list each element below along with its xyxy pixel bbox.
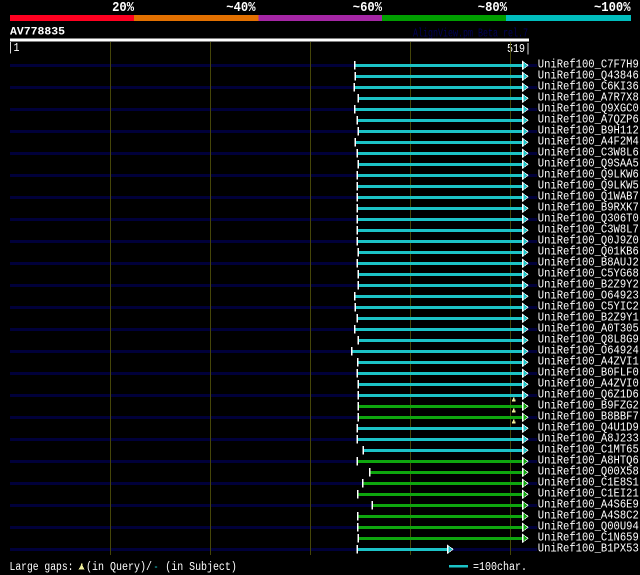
svg-text:UniRef100_B1PX53: UniRef100_B1PX53 [538, 542, 639, 555]
svg-text:Large gaps:: Large gaps: [10, 561, 74, 574]
svg-text:AV778835: AV778835 [10, 27, 65, 39]
svg-text:=100char.: =100char. [473, 561, 527, 574]
svg-text:-: - [154, 561, 159, 574]
svg-text:(in Query)/: (in Query)/ [86, 561, 152, 574]
svg-text:~100%: ~100% [594, 0, 631, 16]
svg-text:~80%: ~80% [478, 0, 508, 16]
svg-text:~40%: ~40% [226, 0, 256, 16]
svg-text:AlignView.pm Beta rel.7: AlignView.pm Beta rel.7 [413, 26, 528, 40]
svg-text:|1: |1 [8, 42, 20, 55]
svg-text:20%: 20% [112, 0, 134, 16]
svg-text:(in Subject): (in Subject) [165, 561, 237, 574]
svg-text:~60%: ~60% [353, 0, 383, 16]
